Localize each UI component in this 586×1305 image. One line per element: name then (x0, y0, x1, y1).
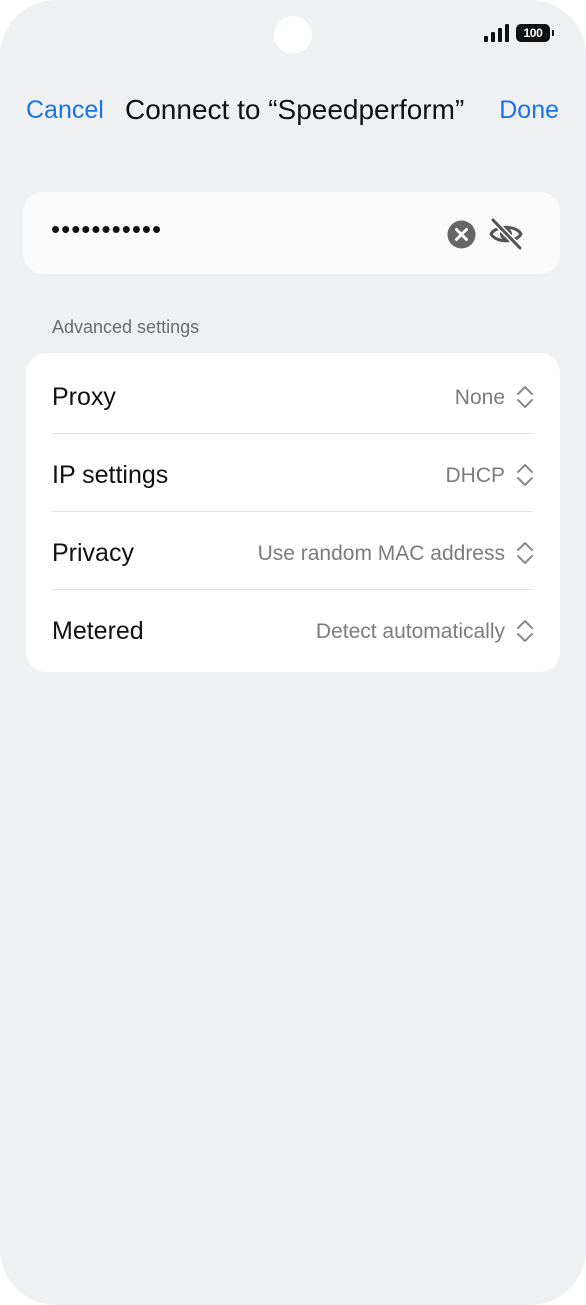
password-input[interactable]: ••••••••••• (51, 216, 162, 242)
setting-value: DHCP (445, 464, 505, 487)
setting-label: Privacy (52, 539, 134, 567)
setting-value: None (454, 386, 505, 409)
camera-cutout (274, 16, 312, 54)
advanced-settings-card: Proxy None IP settings DHCP Privacy Use … (26, 353, 560, 672)
setting-label: Metered (52, 617, 144, 645)
chevron-up-down-icon (517, 464, 533, 486)
setting-row-metered[interactable]: Metered Detect automatically (26, 590, 560, 668)
navigation-bar: Cancel Connect to “Speedperform” Done (0, 88, 586, 134)
password-field[interactable]: ••••••••••• (23, 192, 560, 274)
done-button[interactable]: Done (499, 96, 559, 125)
page-title: Connect to “Speedperform” (125, 94, 465, 125)
phone-screen: 100 Cancel Connect to “Speedperform” Don… (0, 0, 586, 1305)
setting-row-proxy[interactable]: Proxy None (26, 356, 560, 434)
setting-label: IP settings (52, 461, 169, 489)
setting-label: Proxy (52, 383, 116, 411)
setting-row-privacy[interactable]: Privacy Use random MAC address (26, 512, 560, 590)
signal-icon (484, 24, 509, 42)
cancel-button[interactable]: Cancel (26, 96, 104, 125)
battery-level: 100 (523, 26, 543, 40)
setting-value: Detect automatically (315, 620, 505, 643)
chevron-up-down-icon (517, 386, 533, 408)
chevron-up-down-icon (517, 542, 533, 564)
chevron-up-down-icon (517, 620, 533, 642)
clear-icon[interactable] (447, 220, 476, 249)
section-label: Advanced settings (52, 317, 200, 337)
setting-value: Use random MAC address (257, 542, 505, 565)
status-bar: 100 (484, 24, 554, 42)
battery-icon: 100 (516, 24, 554, 42)
eye-off-icon[interactable] (488, 216, 524, 252)
setting-row-ip-settings[interactable]: IP settings DHCP (26, 434, 560, 512)
